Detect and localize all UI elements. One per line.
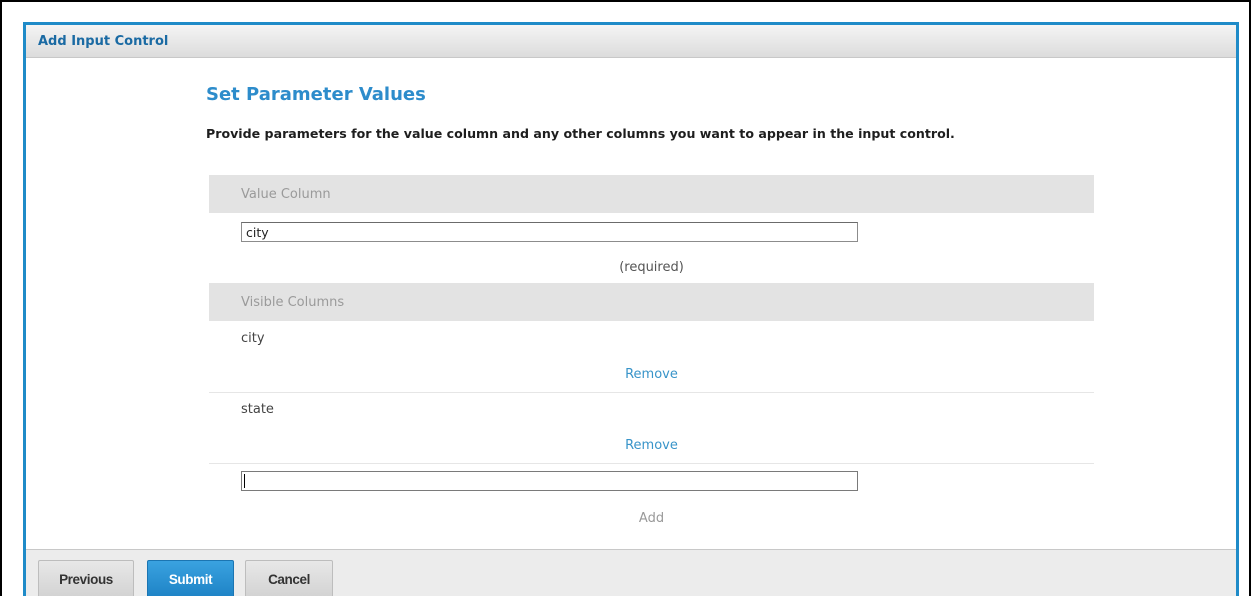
value-column-header-label: Value Column [241,186,331,202]
cancel-button[interactable]: Cancel [245,560,333,596]
visible-columns-header: Visible Columns [209,283,1094,321]
visible-column-label-state: state [241,402,274,417]
section-title: Set Parameter Values [206,84,426,105]
new-visible-column-input[interactable] [241,471,858,491]
dialog-footer: Previous Submit Cancel [26,549,1236,596]
text-caret [244,474,245,488]
remove-state-link[interactable]: Remove [209,438,1094,453]
row-divider [209,463,1094,464]
dialog-title: Add Input Control [38,33,169,49]
required-hint: (required) [619,260,684,275]
add-input-control-dialog: Add Input Control Set Parameter Values P… [23,22,1239,596]
value-column-header: Value Column [209,175,1094,213]
row-divider [209,392,1094,393]
dialog-header: Add Input Control [26,25,1236,58]
add-column-link[interactable]: Add [209,511,1094,526]
dialog-content: Set Parameter Values Provide parameters … [26,58,1236,549]
visible-column-label-city: city [241,331,265,346]
value-column-input[interactable] [241,222,858,242]
visible-columns-header-label: Visible Columns [241,294,345,310]
instructions-text: Provide parameters for the value column … [206,126,955,141]
remove-city-link[interactable]: Remove [209,367,1094,382]
previous-button[interactable]: Previous [38,560,134,596]
submit-button[interactable]: Submit [147,560,234,596]
